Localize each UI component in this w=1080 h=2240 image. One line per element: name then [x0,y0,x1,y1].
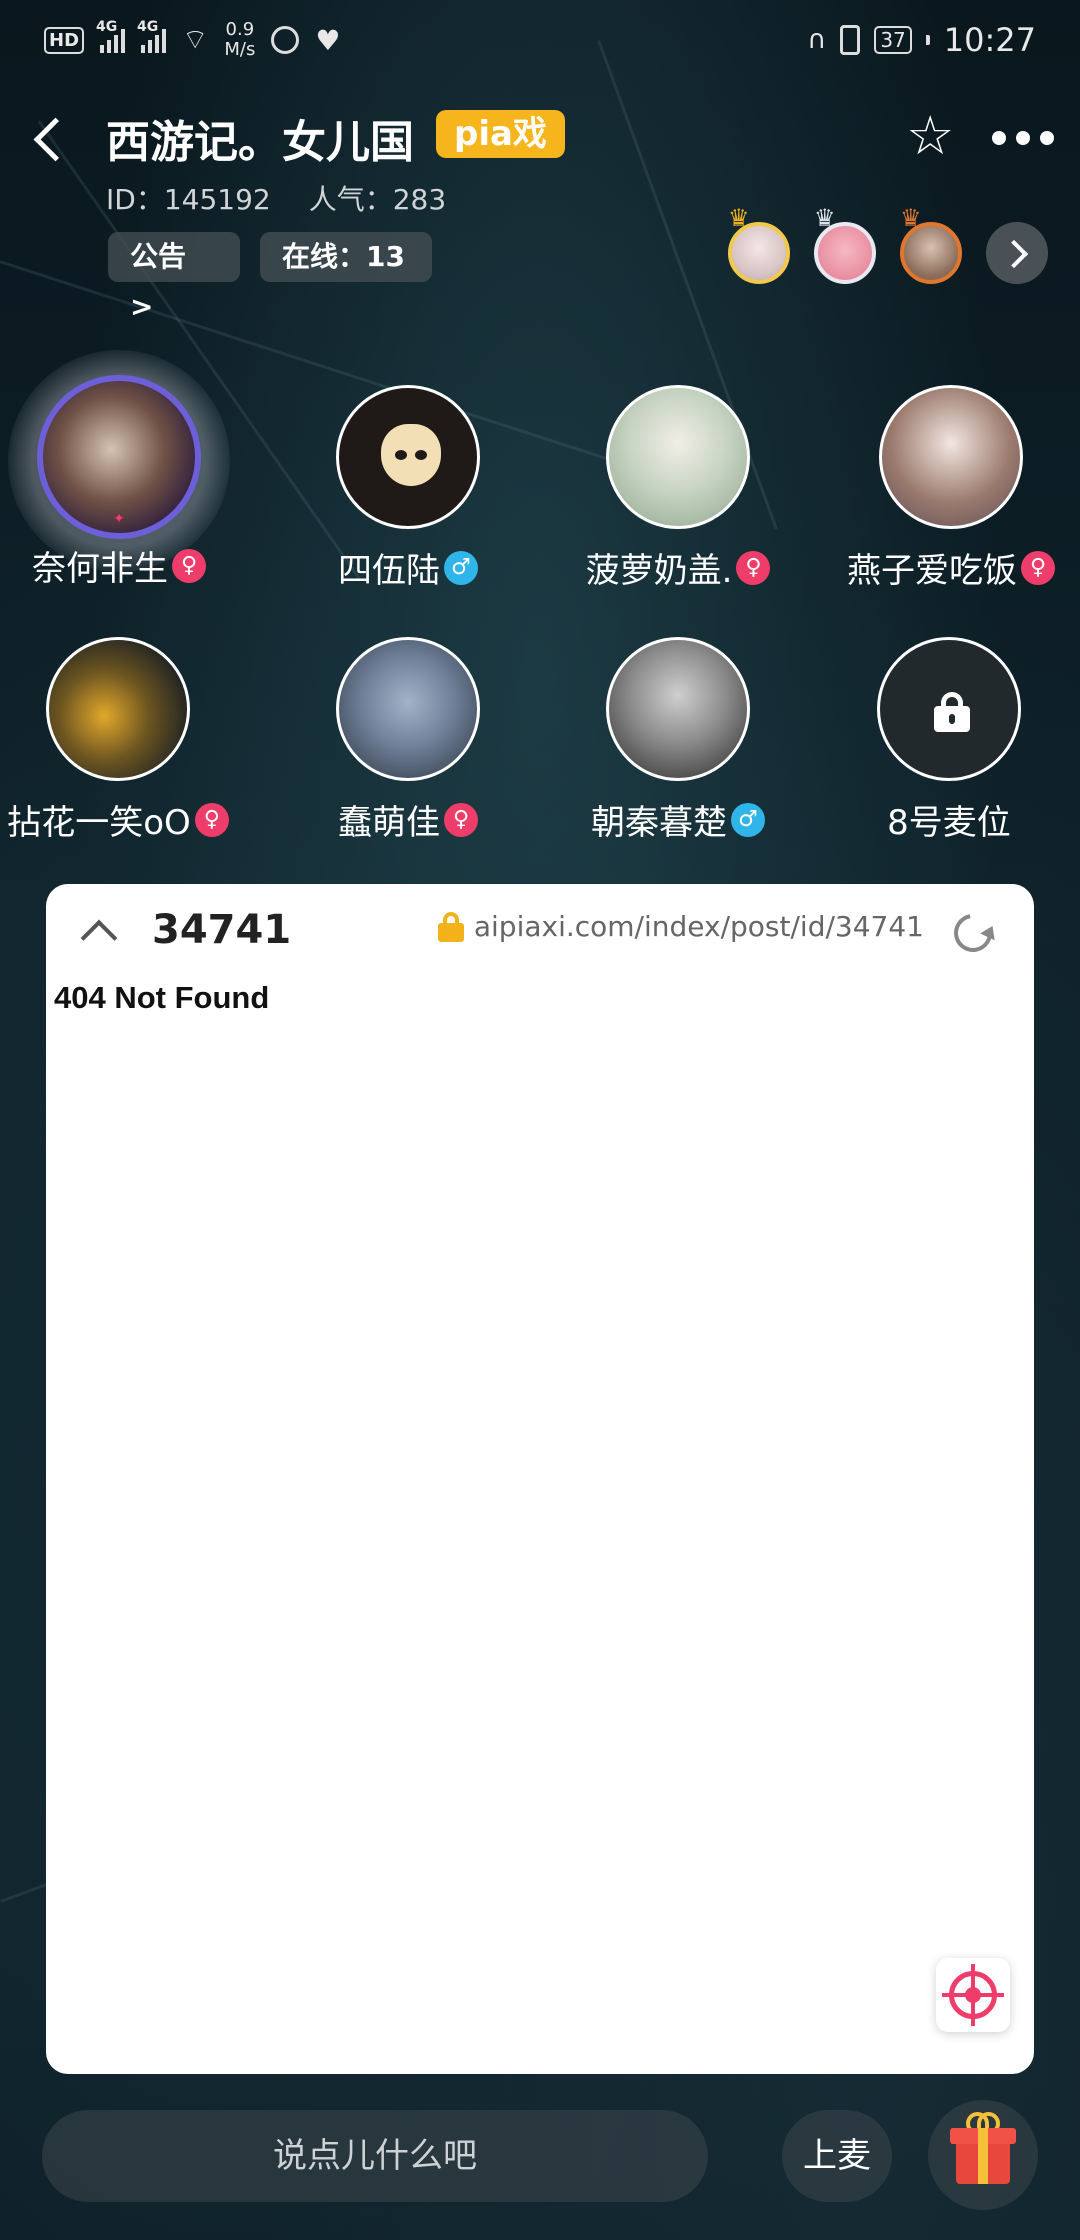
join-mic-button[interactable]: 上麦 [782,2110,892,2202]
webview-toolbar: 34741 aipiaxi.com/index/post/id/34741 [46,884,1034,976]
signal-icon: 4G [137,19,167,53]
seat-name: 朝秦暮楚 ♂ [543,795,813,844]
female-icon: ♀ [172,548,206,583]
battery-nub [925,35,930,45]
seat-name-text: 奈何非生 [32,549,168,589]
room-id: ID：145192 [106,183,271,216]
headphones-icon: ∩ [807,25,827,55]
seat-name-text: 8号麦位 [887,803,1011,843]
url-text: aipiaxi.com/index/post/id/34741 [473,910,924,943]
secure-lock-icon [437,911,464,942]
mic-seat-3[interactable]: 菠萝奶盖. ♀ [543,385,813,592]
bird-claw-avatar[interactable] [46,637,190,781]
top-contributor-avatar[interactable]: ♛ [814,204,876,284]
favorite-star-icon[interactable]: ☆ [906,108,962,164]
seat-name-text: 四伍陆 [338,551,440,591]
top-contributors: ♛ ♛ ♛ [728,204,1048,284]
crown-icon: ♛ [900,204,922,232]
wifi-icon: ⌔ [182,22,209,56]
female-icon: ♀ [444,802,478,837]
male-icon: ♂ [444,550,478,585]
host-avatar[interactable]: ✦ [37,375,201,539]
seat-name: 蠢萌佳 ♀ [273,795,543,844]
seat-name: 四伍陆 ♂ [273,543,543,592]
top-contributor-avatar[interactable]: ♛ [728,204,790,284]
signal-icon: 4G [96,19,126,53]
mic-seat-7[interactable]: 朝秦暮楚 ♂ [543,637,813,844]
chat-input[interactable]: 说点儿什么吧 [42,2110,708,2202]
female-icon: ♀ [1021,550,1055,585]
anime-girl-avatar[interactable] [879,385,1023,529]
seat-name: 燕子爱吃饭 ♀ [816,543,1080,592]
mic-seat-8[interactable]: 8号麦位 [814,637,1080,844]
ink-figure-avatar[interactable] [606,637,750,781]
mic-seat-5[interactable]: 拈花一笑oO ♀ [0,637,253,844]
more-options-icon[interactable] [992,118,1062,158]
seat-name-text: 朝秦暮楚 [591,803,727,843]
mic-seat-1[interactable]: ✦ 奈何非生 ♀ [0,375,254,590]
male-icon: ♂ [731,802,765,837]
network-type-label: 4G [96,19,118,35]
seat-name-text: 燕子爱吃饭 [847,551,1017,591]
seat-name: 拈花一笑oO ♀ [0,795,253,844]
battery-level: 37 [880,28,906,52]
mask-avatar[interactable] [336,385,480,529]
locate-icon[interactable] [936,1958,1010,2032]
room-meta: ID：145192 人气：283 [106,178,446,218]
mic-seat-6[interactable]: 蠢萌佳 ♀ [273,637,543,844]
female-icon: ♀ [194,802,229,837]
seat-name-text: 菠萝奶盖. [585,551,733,591]
chevron-up-icon[interactable] [74,907,120,953]
seat-name-text: 拈花一笑oO [7,803,191,843]
battery-icon: 37 [874,26,912,54]
chevron-right-icon[interactable] [986,222,1048,284]
back-button[interactable] [28,110,68,170]
female-icon: ♀ [736,550,771,585]
network-type-label: 4G [137,19,159,35]
mic-seat-4[interactable]: 燕子爱吃饭 ♀ [816,385,1080,592]
lock-icon [934,692,970,732]
speed-value: 0.9 [225,19,255,40]
top-contributor-avatar[interactable]: ♛ [900,204,962,284]
heart-rate-icon: ♥ [315,23,341,57]
status-bar: HD 4G 4G ⌔ 0.9 M/s ♥ ∩ 37 10:27 [0,0,1080,80]
room-popularity: 人气：283 [308,183,447,216]
url-display: aipiaxi.com/index/post/id/34741 [437,910,924,943]
locked-seat[interactable] [877,637,1021,781]
seat-name: 奈何非生 ♀ [0,541,254,590]
speed-unit: M/s [224,39,256,60]
room-title: 西游记。女儿国 [106,117,414,168]
page-error-text: 404 Not Found [54,980,270,1015]
online-count-button[interactable]: 在线：13 [260,232,432,282]
crown-icon: ♛ [728,204,750,232]
seat-name-text: 蠢萌佳 [338,803,440,843]
anime-boy-avatar[interactable] [606,385,750,529]
cartoon-mouse-avatar[interactable] [336,637,480,781]
network-speed: 0.9 M/s [224,20,255,60]
seat-name: 菠萝奶盖. ♀ [543,543,813,592]
seat-name: 8号麦位 [814,795,1080,844]
post-id: 34741 [152,907,292,953]
notice-button[interactable]: 公告 > [108,232,240,323]
avatar-frame-decoration: ✦ [113,511,125,527]
refresh-icon[interactable] [946,906,1000,960]
room-type-badge: pia戏 [436,110,565,158]
clock: 10:27 [943,21,1036,59]
vibrate-icon [840,25,861,55]
script-webview-panel: 34741 aipiaxi.com/index/post/id/34741 40… [46,884,1034,2074]
crown-icon: ♛ [814,204,836,232]
app-notification-icon [271,26,300,54]
mic-seat-2[interactable]: 四伍陆 ♂ [273,385,543,592]
gift-icon[interactable] [928,2100,1038,2210]
hd-icon: HD [44,26,85,54]
